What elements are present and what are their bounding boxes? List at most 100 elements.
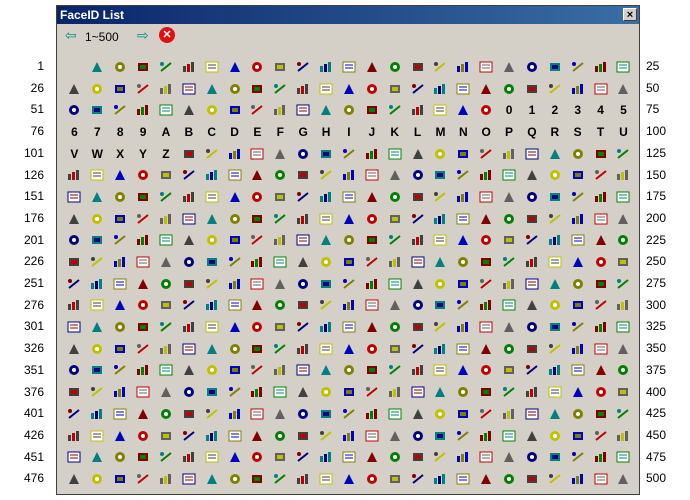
faceid-cell[interactable] <box>475 186 498 208</box>
faceid-cell[interactable] <box>132 230 155 252</box>
faceid-cell[interactable] <box>63 381 86 403</box>
faceid-cell[interactable] <box>521 295 544 317</box>
faceid-cell[interactable] <box>200 164 223 186</box>
faceid-cell[interactable] <box>292 425 315 447</box>
faceid-cell[interactable] <box>360 78 383 100</box>
faceid-cell[interactable] <box>177 273 200 295</box>
faceid-cell[interactable] <box>452 251 475 273</box>
faceid-cell[interactable] <box>612 208 635 230</box>
faceid-cell[interactable] <box>543 446 566 468</box>
faceid-cell[interactable] <box>292 273 315 295</box>
faceid-cell[interactable] <box>269 56 292 78</box>
faceid-cell[interactable] <box>246 230 269 252</box>
faceid-cell[interactable] <box>566 208 589 230</box>
faceid-cell[interactable] <box>200 295 223 317</box>
faceid-cell[interactable] <box>452 99 475 121</box>
faceid-cell[interactable]: 0 <box>498 99 521 121</box>
faceid-cell[interactable] <box>452 143 475 165</box>
faceid-cell[interactable] <box>521 56 544 78</box>
faceid-cell[interactable] <box>452 425 475 447</box>
faceid-cell[interactable] <box>155 273 178 295</box>
faceid-cell[interactable] <box>521 446 544 468</box>
faceid-cell[interactable] <box>543 360 566 382</box>
faceid-cell[interactable] <box>612 251 635 273</box>
faceid-cell[interactable]: R <box>543 121 566 143</box>
faceid-cell[interactable] <box>246 273 269 295</box>
faceid-cell[interactable] <box>589 208 612 230</box>
faceid-cell[interactable] <box>612 273 635 295</box>
faceid-cell[interactable] <box>132 468 155 490</box>
faceid-cell[interactable] <box>383 381 406 403</box>
faceid-cell[interactable] <box>200 468 223 490</box>
faceid-cell[interactable] <box>383 143 406 165</box>
faceid-cell[interactable] <box>109 425 132 447</box>
faceid-cell[interactable] <box>315 446 338 468</box>
faceid-cell[interactable] <box>223 186 246 208</box>
faceid-cell[interactable] <box>475 468 498 490</box>
faceid-cell[interactable]: 7 <box>86 121 109 143</box>
faceid-cell[interactable] <box>429 230 452 252</box>
faceid-cell[interactable] <box>406 99 429 121</box>
faceid-cell[interactable] <box>612 164 635 186</box>
faceid-cell[interactable] <box>360 56 383 78</box>
faceid-cell[interactable] <box>612 381 635 403</box>
faceid-cell[interactable] <box>521 78 544 100</box>
faceid-cell[interactable] <box>223 446 246 468</box>
faceid-cell[interactable] <box>269 164 292 186</box>
faceid-cell[interactable] <box>246 143 269 165</box>
faceid-cell[interactable] <box>566 381 589 403</box>
faceid-cell[interactable] <box>200 186 223 208</box>
faceid-cell[interactable] <box>63 273 86 295</box>
faceid-cell[interactable] <box>132 338 155 360</box>
faceid-cell[interactable]: W <box>86 143 109 165</box>
faceid-cell[interactable] <box>292 468 315 490</box>
faceid-cell[interactable] <box>177 360 200 382</box>
faceid-cell[interactable] <box>429 295 452 317</box>
faceid-cell[interactable] <box>200 403 223 425</box>
faceid-cell[interactable] <box>109 273 132 295</box>
faceid-cell[interactable] <box>177 425 200 447</box>
faceid-cell[interactable] <box>475 230 498 252</box>
faceid-cell[interactable] <box>269 78 292 100</box>
faceid-cell[interactable] <box>63 468 86 490</box>
faceid-cell[interactable]: B <box>177 121 200 143</box>
faceid-cell[interactable] <box>589 143 612 165</box>
faceid-cell[interactable] <box>543 230 566 252</box>
faceid-cell[interactable] <box>109 164 132 186</box>
faceid-cell[interactable] <box>383 99 406 121</box>
faceid-cell[interactable] <box>521 251 544 273</box>
faceid-cell[interactable] <box>177 381 200 403</box>
faceid-cell[interactable] <box>452 56 475 78</box>
faceid-cell[interactable] <box>566 143 589 165</box>
faceid-cell[interactable] <box>338 78 361 100</box>
faceid-cell[interactable] <box>292 360 315 382</box>
faceid-cell[interactable] <box>475 381 498 403</box>
faceid-cell[interactable] <box>360 316 383 338</box>
faceid-cell[interactable] <box>521 360 544 382</box>
faceid-cell[interactable] <box>543 316 566 338</box>
faceid-cell[interactable] <box>109 316 132 338</box>
faceid-cell[interactable] <box>566 425 589 447</box>
faceid-cell[interactable] <box>315 208 338 230</box>
faceid-cell[interactable] <box>521 468 544 490</box>
faceid-cell[interactable] <box>200 99 223 121</box>
faceid-cell[interactable] <box>612 338 635 360</box>
faceid-cell[interactable] <box>246 186 269 208</box>
faceid-cell[interactable] <box>315 143 338 165</box>
faceid-cell[interactable] <box>200 230 223 252</box>
faceid-cell[interactable] <box>589 78 612 100</box>
faceid-cell[interactable]: 9 <box>132 121 155 143</box>
faceid-cell[interactable] <box>338 360 361 382</box>
faceid-cell[interactable] <box>475 273 498 295</box>
faceid-cell[interactable] <box>177 230 200 252</box>
faceid-cell[interactable] <box>566 78 589 100</box>
faceid-cell[interactable] <box>360 251 383 273</box>
faceid-cell[interactable]: 1 <box>521 99 544 121</box>
faceid-cell[interactable] <box>155 230 178 252</box>
faceid-cell[interactable] <box>315 381 338 403</box>
faceid-cell[interactable] <box>63 360 86 382</box>
faceid-cell[interactable] <box>360 99 383 121</box>
faceid-cell[interactable] <box>109 295 132 317</box>
faceid-cell[interactable] <box>246 360 269 382</box>
faceid-cell[interactable] <box>269 403 292 425</box>
